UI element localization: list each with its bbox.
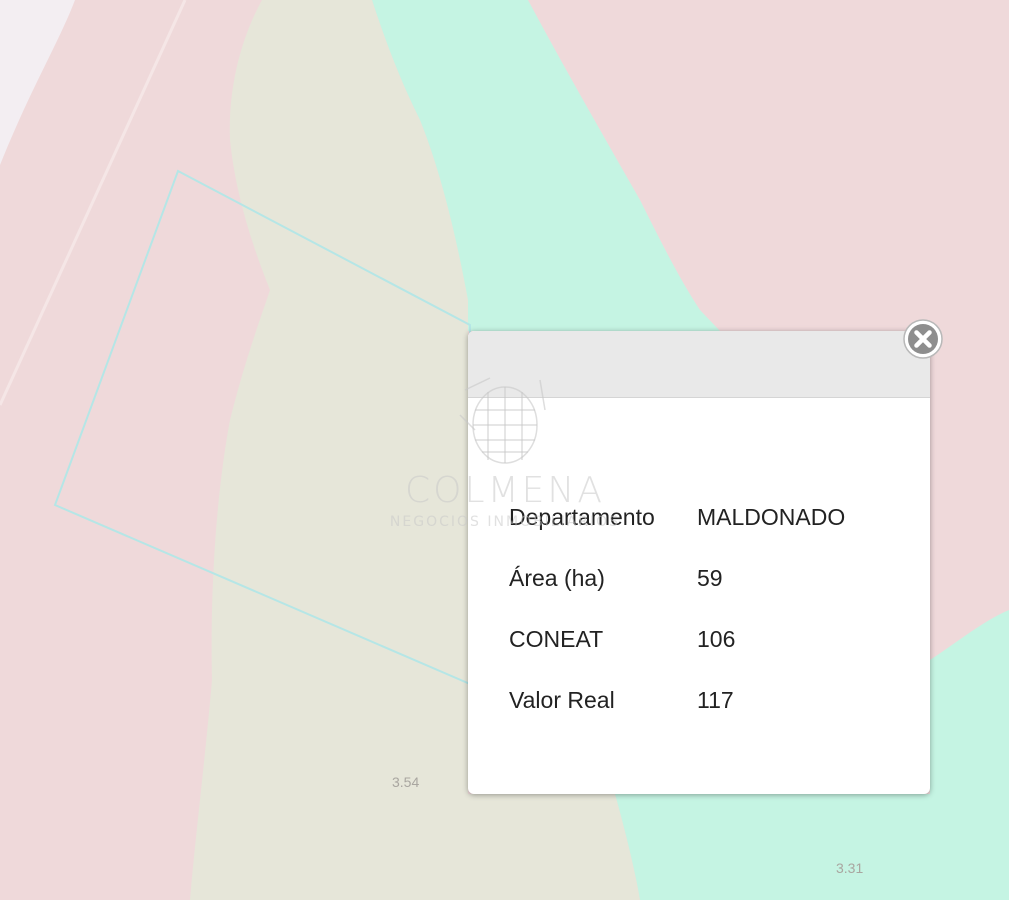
zone-label: 3.31 — [836, 860, 864, 876]
close-icon — [903, 319, 943, 359]
info-value: 59 — [697, 565, 723, 591]
zone-light — [0, 0, 75, 165]
info-label: Área (ha) — [509, 565, 605, 591]
close-popup-button[interactable] — [902, 318, 944, 360]
popup-header — [468, 331, 930, 398]
info-label: CONEAT — [509, 626, 604, 652]
info-label: Departamento — [509, 504, 655, 530]
info-value: MALDONADO — [697, 504, 846, 530]
info-value: 117 — [697, 687, 734, 713]
info-popup: Departamento MALDONADO Área (ha) 59 CONE… — [468, 319, 943, 794]
info-label: Valor Real — [509, 687, 615, 713]
info-value: 106 — [697, 626, 736, 652]
zone-label: 3.54 — [392, 774, 420, 790]
